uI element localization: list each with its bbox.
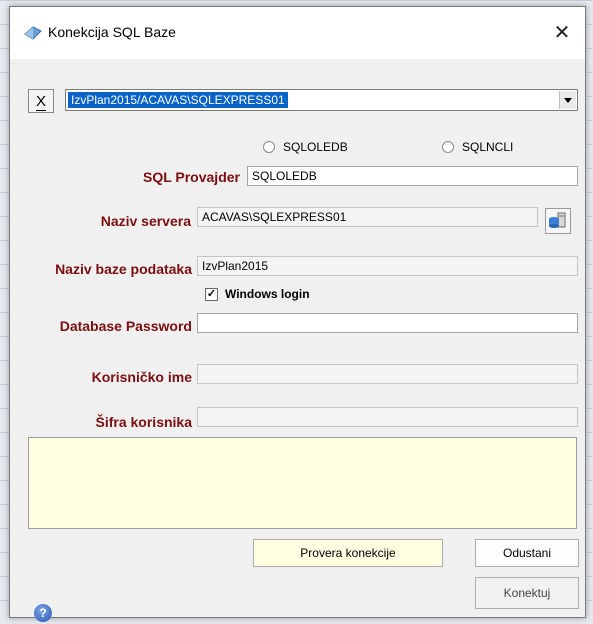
- server-field[interactable]: [197, 207, 538, 227]
- username-label: Korisničko ime: [91, 369, 192, 385]
- sql-connection-dialog: Konekcija SQL Baze ✕ X IzvPlan2015/ACAVA…: [9, 6, 586, 618]
- radio-sqloledb[interactable]: SQLOLEDB: [263, 140, 348, 154]
- server-label: Naziv servera: [100, 213, 191, 229]
- title-bar: Konekcija SQL Baze ✕: [10, 7, 585, 59]
- server-browse-button[interactable]: [545, 208, 571, 234]
- check-icon: ✓: [205, 287, 218, 301]
- radio-sqloledb-label: SQLOLEDB: [283, 140, 348, 154]
- connect-button[interactable]: Konektuj: [475, 577, 579, 609]
- username-field[interactable]: [197, 364, 578, 384]
- provider-label: SQL Provajder: [142, 169, 240, 185]
- close-button[interactable]: ✕: [539, 7, 585, 59]
- radio-sqlncli-label: SQLNCLI: [462, 140, 514, 154]
- database-password-field[interactable]: [197, 313, 578, 333]
- database-field[interactable]: [197, 256, 578, 276]
- radio-sqlncli[interactable]: SQLNCLI: [442, 140, 513, 154]
- clear-connection-button[interactable]: X: [28, 89, 54, 113]
- cancel-button[interactable]: Odustani: [475, 539, 579, 567]
- provider-field[interactable]: [247, 166, 578, 186]
- user-password-label: Šifra korisnika: [95, 414, 193, 430]
- help-icon[interactable]: ?: [34, 604, 52, 622]
- windows-login-checkbox[interactable]: ✓ Windows login: [205, 287, 310, 301]
- message-area: [28, 437, 577, 529]
- connection-select-value: IzvPlan2015/ACAVAS\SQLEXPRESS01: [68, 92, 288, 108]
- radio-circle-icon: [442, 141, 454, 153]
- windows-login-label: Windows login: [225, 287, 310, 301]
- window-title: Konekcija SQL Baze: [48, 24, 176, 40]
- radio-circle-icon: [263, 141, 275, 153]
- user-password-field[interactable]: [197, 407, 578, 427]
- clear-connection-label: X: [35, 93, 46, 111]
- diamond-icon: [24, 26, 42, 40]
- database-server-icon: [549, 212, 566, 228]
- test-connection-button[interactable]: Provera konekcije: [253, 539, 443, 567]
- database-label: Naziv baze podataka: [55, 261, 192, 277]
- chevron-down-icon[interactable]: [559, 91, 576, 109]
- password-label: Database Password: [59, 318, 192, 334]
- connection-select[interactable]: IzvPlan2015/ACAVAS\SQLEXPRESS01: [65, 89, 578, 111]
